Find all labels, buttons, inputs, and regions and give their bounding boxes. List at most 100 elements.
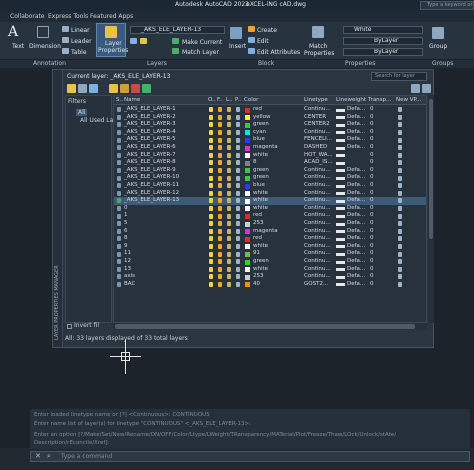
layer-transparency[interactable]: 0 bbox=[370, 121, 374, 129]
layer-row[interactable]: 8 red Continu... Defa... 0 bbox=[114, 235, 426, 243]
printer-icon[interactable] bbox=[236, 259, 240, 265]
layer-name[interactable]: _AKS_ELE_LAYER-12 bbox=[124, 190, 179, 198]
group-button[interactable]: Group bbox=[429, 43, 447, 50]
color-swatch[interactable] bbox=[245, 236, 250, 242]
layer-row[interactable]: _AKS_ELE_LAYER-5 blue FENCELI... Defa... 0 bbox=[114, 136, 426, 144]
layer-linetype[interactable]: Continu... bbox=[304, 228, 331, 236]
col-new-vp-freeze[interactable]: New VP... bbox=[396, 97, 421, 103]
layer-linetype[interactable]: Continu... bbox=[304, 106, 331, 114]
color-swatch[interactable] bbox=[245, 145, 250, 151]
lightbulb-on-icon[interactable] bbox=[209, 145, 213, 151]
layer-states-manager-icon[interactable] bbox=[89, 84, 98, 93]
lightbulb-on-icon[interactable] bbox=[209, 183, 213, 189]
lightbulb-on-icon[interactable] bbox=[209, 152, 213, 158]
scroll-thumb[interactable] bbox=[115, 324, 415, 329]
layer-row[interactable]: _AKS_ELE_LAYER-11 blue Continu... Defa... 0 bbox=[114, 182, 426, 190]
sun-thaw-icon[interactable] bbox=[218, 152, 222, 158]
printer-icon[interactable] bbox=[236, 206, 240, 212]
layer-search-input[interactable]: Search for layer bbox=[371, 72, 427, 81]
lightbulb-on-icon[interactable] bbox=[209, 221, 213, 227]
sun-thaw-icon[interactable] bbox=[218, 266, 222, 272]
layer-transparency[interactable]: 0 bbox=[370, 212, 374, 220]
layer-transparency[interactable]: 0 bbox=[370, 243, 374, 251]
insert-button[interactable]: Insert bbox=[229, 43, 246, 50]
scroll-thumb[interactable] bbox=[429, 99, 433, 239]
unlock-icon[interactable] bbox=[227, 251, 231, 257]
layer-transparency[interactable]: 0 bbox=[370, 258, 374, 266]
color-swatch[interactable] bbox=[245, 244, 250, 250]
panel-title-annotation[interactable]: Annotation bbox=[33, 60, 66, 67]
printer-icon[interactable] bbox=[236, 183, 240, 189]
layer-linetype[interactable]: ACAD_IS... bbox=[304, 159, 333, 167]
color-combo[interactable]: White bbox=[343, 26, 423, 34]
printer-icon[interactable] bbox=[236, 266, 240, 272]
unlock-icon[interactable] bbox=[227, 236, 231, 242]
vp-freeze-icon[interactable] bbox=[398, 206, 402, 212]
settings-gear-icon[interactable] bbox=[422, 84, 431, 93]
sun-thaw-icon[interactable] bbox=[218, 206, 222, 212]
layer-row[interactable]: axis 253 Continu... Defa... 0 bbox=[114, 273, 426, 281]
tab-express-tools[interactable]: Express Tools bbox=[48, 13, 88, 20]
sun-thaw-icon[interactable] bbox=[218, 114, 222, 120]
vp-freeze-icon[interactable] bbox=[398, 183, 402, 189]
layer-linetype[interactable]: Continu... bbox=[304, 129, 331, 137]
layer-row[interactable]: _AKS_ELE_LAYER-10 green Continu... Defa... 0 bbox=[114, 174, 426, 182]
color-swatch[interactable] bbox=[245, 115, 250, 121]
layer-lineweight[interactable]: Defa... bbox=[347, 174, 365, 182]
color-swatch[interactable] bbox=[245, 267, 250, 273]
layer-linetype[interactable]: Continu... bbox=[304, 220, 331, 228]
color-swatch[interactable] bbox=[245, 137, 250, 143]
make-current-button[interactable]: Make Current bbox=[182, 39, 222, 46]
vp-freeze-icon[interactable] bbox=[398, 221, 402, 227]
sun-thaw-icon[interactable] bbox=[218, 259, 222, 265]
lightbulb-on-icon[interactable] bbox=[209, 266, 213, 272]
sun-thaw-icon[interactable] bbox=[218, 228, 222, 234]
sun-thaw-icon[interactable] bbox=[218, 236, 222, 242]
layer-transparency[interactable]: 0 bbox=[370, 220, 374, 228]
edit-block-button[interactable]: Edit bbox=[257, 38, 269, 45]
layer-transparency[interactable]: 0 bbox=[370, 114, 374, 122]
printer-icon[interactable] bbox=[236, 190, 240, 196]
layer-row[interactable]: 0 white Continu... Defa... 0 bbox=[114, 205, 426, 213]
current-layer-combo[interactable]: _AKS_ELE_LAYER-13 bbox=[130, 26, 225, 34]
layers-horizontal-scrollbar[interactable] bbox=[113, 323, 427, 330]
layer-lineweight[interactable]: Defa... bbox=[347, 144, 365, 152]
sun-thaw-icon[interactable] bbox=[218, 160, 222, 166]
layer-linetype[interactable]: Continu... bbox=[304, 258, 331, 266]
color-swatch[interactable] bbox=[245, 160, 250, 166]
unlock-icon[interactable] bbox=[227, 221, 231, 227]
unlock-icon[interactable] bbox=[227, 114, 231, 120]
layer-lineweight[interactable]: Defa... bbox=[347, 273, 365, 281]
panel-title-groups[interactable]: Groups bbox=[432, 60, 453, 67]
sun-thaw-icon[interactable] bbox=[218, 130, 222, 136]
printer-icon[interactable] bbox=[236, 122, 240, 128]
layer-row[interactable]: _AKS_ELE_LAYER-3 green CENTER2 Defa... 0 bbox=[114, 121, 426, 129]
layer-lineweight[interactable]: Defa... bbox=[347, 228, 365, 236]
printer-icon[interactable] bbox=[236, 282, 240, 288]
layer-row[interactable]: _AKS_ELE_LAYER-9 green Continu... Defa... 0 bbox=[114, 167, 426, 175]
vp-freeze-icon[interactable] bbox=[398, 137, 402, 143]
color-swatch[interactable] bbox=[245, 282, 250, 288]
layer-lineweight[interactable]: Defa... bbox=[347, 212, 365, 220]
layer-transparency[interactable]: 0 bbox=[370, 152, 374, 160]
layer-linetype[interactable]: FENCELI... bbox=[304, 136, 332, 144]
printer-icon[interactable] bbox=[236, 160, 240, 166]
layer-transparency[interactable]: 0 bbox=[370, 281, 374, 289]
lightbulb-on-icon[interactable] bbox=[209, 282, 213, 288]
search-icon[interactable]: ⌕ bbox=[47, 452, 51, 461]
lightbulb-on-icon[interactable] bbox=[209, 213, 213, 219]
printer-icon[interactable] bbox=[236, 130, 240, 136]
layer-name[interactable]: _AKS_ELE_LAYER-3 bbox=[124, 121, 176, 129]
layer-name[interactable]: 5 bbox=[124, 220, 128, 228]
layer-linetype[interactable]: Continu... bbox=[304, 182, 331, 190]
col-name[interactable]: Name bbox=[124, 97, 140, 103]
vp-freeze-icon[interactable] bbox=[398, 122, 402, 128]
layer-lineweight[interactable]: Defa... bbox=[347, 129, 365, 137]
printer-icon[interactable] bbox=[236, 145, 240, 151]
layer-linetype[interactable]: Continu... bbox=[304, 250, 331, 258]
create-block-button[interactable]: Create bbox=[257, 27, 277, 34]
vp-freeze-icon[interactable] bbox=[398, 259, 402, 265]
layer-transparency[interactable]: 0 bbox=[370, 144, 374, 152]
color-swatch[interactable] bbox=[245, 229, 250, 235]
layer-lineweight[interactable]: Defa... bbox=[347, 136, 365, 144]
